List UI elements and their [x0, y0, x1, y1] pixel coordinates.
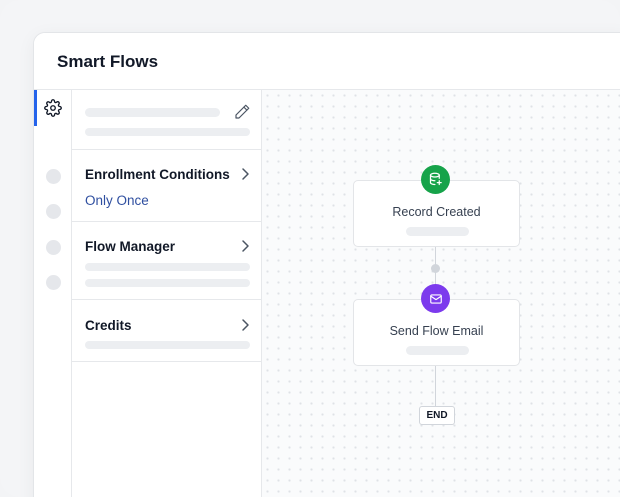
flow-name-section — [72, 90, 262, 150]
skeleton-line — [85, 128, 250, 136]
flow-connector — [435, 366, 436, 406]
chevron-right-icon — [242, 240, 249, 252]
gear-icon[interactable] — [44, 99, 62, 117]
section-credits[interactable]: Credits — [72, 300, 262, 362]
section-value: Only Once — [85, 193, 149, 208]
node-label: Send Flow Email — [389, 324, 484, 338]
flow-end-marker: END — [419, 406, 455, 425]
section-title: Flow Manager — [85, 239, 176, 254]
flow-canvas[interactable]: Record Created Send Flow Email END — [262, 90, 620, 497]
add-step-icon[interactable] — [431, 264, 440, 273]
app-window: Smart Flows Enrollment Conditions Only O… — [33, 32, 620, 497]
section-enrollment-conditions[interactable]: Enrollment Conditions Only Once — [72, 150, 262, 222]
icon-rail — [34, 90, 72, 497]
settings-panel: Enrollment Conditions Only Once Flow Man… — [72, 90, 262, 497]
page-title: Smart Flows — [57, 52, 159, 71]
pencil-icon[interactable] — [233, 103, 251, 121]
rail-item-placeholder[interactable] — [46, 275, 61, 290]
skeleton-line — [85, 263, 250, 271]
app-header: Smart Flows — [34, 33, 620, 90]
section-title: Enrollment Conditions — [85, 167, 230, 182]
database-icon — [421, 165, 450, 194]
mail-icon — [421, 284, 450, 313]
chevron-right-icon — [242, 168, 249, 180]
node-label: Record Created — [392, 205, 481, 219]
rail-item-placeholder[interactable] — [46, 240, 61, 255]
skeleton-line — [406, 227, 469, 236]
rail-item-placeholder[interactable] — [46, 169, 61, 184]
skeleton-line — [85, 279, 250, 287]
section-flow-manager[interactable]: Flow Manager — [72, 222, 262, 300]
section-title: Credits — [85, 318, 132, 333]
chevron-right-icon — [242, 319, 249, 331]
skeleton-line — [406, 346, 469, 355]
skeleton-line — [85, 341, 250, 349]
rail-item-placeholder[interactable] — [46, 204, 61, 219]
rail-active-indicator — [34, 90, 37, 126]
skeleton-line — [85, 108, 220, 117]
